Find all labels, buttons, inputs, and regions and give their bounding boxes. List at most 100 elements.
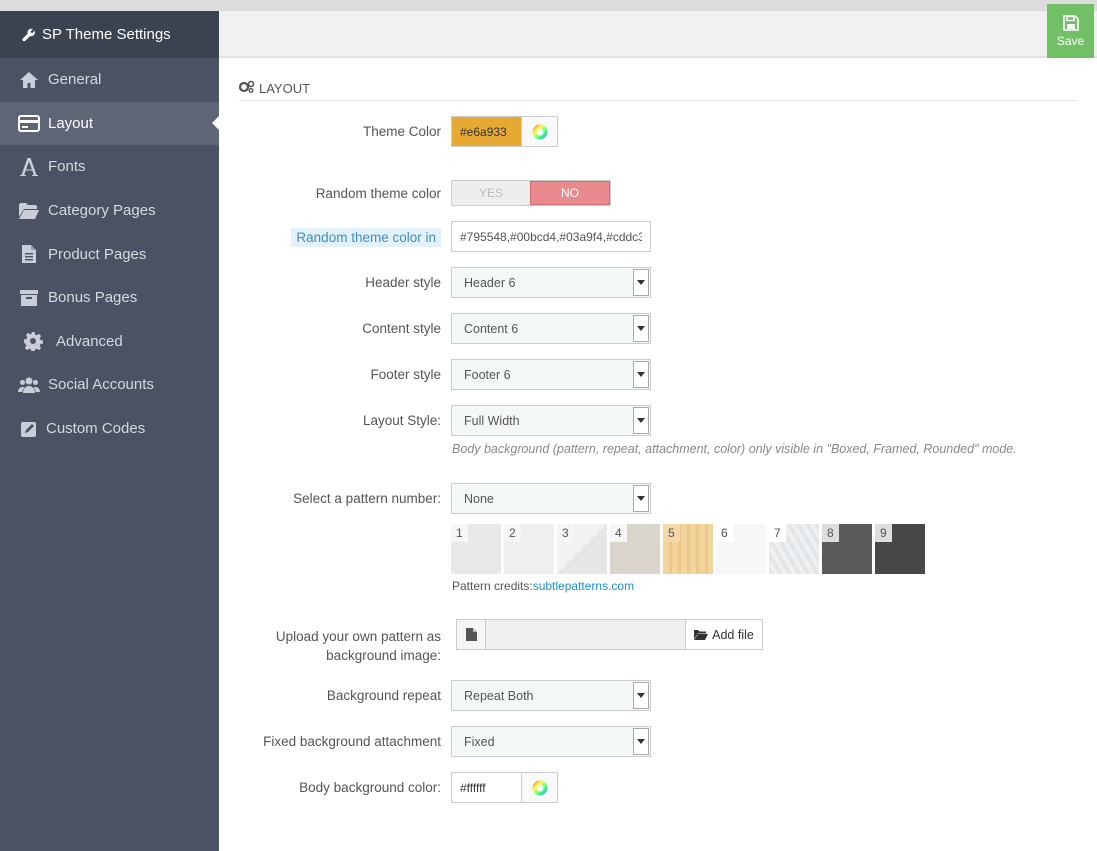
home-icon — [18, 69, 40, 91]
sidebar-item-social-accounts[interactable]: Social Accounts — [0, 363, 219, 407]
pattern-swatch-7[interactable]: 7 — [769, 524, 819, 574]
fixed-attachment-label: Fixed background attachment — [263, 734, 441, 749]
sidebar-item-fonts[interactable]: Fonts — [0, 145, 219, 189]
theme-color-label: Theme Color — [362, 124, 441, 139]
pattern-number: 2 — [504, 524, 521, 542]
pattern-swatches: 1 2 3 4 5 6 7 8 9 — [451, 524, 928, 574]
chevron-down-icon — [633, 485, 649, 512]
upload-pattern-control: Add file — [456, 619, 763, 650]
header-style-label: Header style — [365, 275, 441, 290]
color-wheel-icon — [532, 780, 547, 795]
upload-file-field[interactable] — [486, 620, 685, 649]
sidebar-item-custom-codes[interactable]: Custom Codes — [0, 407, 219, 451]
chevron-down-icon — [633, 407, 649, 434]
file-icon — [18, 243, 40, 265]
pattern-number: 1 — [451, 524, 468, 542]
pattern-swatch-6[interactable]: 6 — [716, 524, 766, 574]
random-theme-color-in-input[interactable] — [451, 221, 651, 252]
random-theme-color-in-label: Random theme color in — [291, 228, 441, 247]
users-icon — [18, 374, 40, 396]
random-theme-color-label: Random theme color — [315, 186, 441, 201]
content-style-select[interactable]: Content 6 — [451, 313, 651, 344]
layout-style-hint: Body background (pattern, repeat, attach… — [452, 442, 1017, 456]
floppy-disk-icon — [1062, 14, 1079, 31]
chevron-down-icon — [633, 361, 649, 388]
header-style-select[interactable]: Header 6 — [451, 267, 651, 298]
sidebar-item-label: Social Accounts — [48, 376, 154, 394]
chevron-down-icon — [633, 315, 649, 342]
sidebar-item-product-pages[interactable]: Product Pages — [0, 232, 219, 276]
sidebar-item-category-pages[interactable]: Category Pages — [0, 189, 219, 233]
content-style-value: Content 6 — [464, 321, 519, 336]
sidebar-item-general[interactable]: General — [0, 58, 219, 102]
toggle-no-option[interactable]: NO — [530, 181, 610, 205]
pattern-swatch-8[interactable]: 8 — [822, 524, 872, 574]
layout-style-value: Full Width — [464, 413, 520, 428]
fixed-attachment-value: Fixed — [464, 734, 495, 749]
top-strip — [0, 0, 1097, 11]
sidebar-item-layout[interactable]: Layout — [0, 101, 219, 146]
sidebar-item-label: Category Pages — [48, 202, 156, 220]
pattern-number-value: None — [464, 491, 494, 506]
upload-pattern-label: Upload your own pattern as background im… — [276, 627, 441, 665]
sidebar-item-advanced[interactable]: Advanced — [0, 320, 219, 364]
pattern-number-select[interactable]: None — [451, 483, 651, 514]
chevron-down-icon — [633, 728, 649, 755]
file-icon — [457, 620, 486, 649]
save-button[interactable]: Save — [1047, 4, 1094, 58]
sidebar-item-label: Fonts — [48, 158, 86, 176]
sidebar-item-label: Custom Codes — [46, 420, 146, 438]
pattern-swatch-5[interactable]: 5 — [663, 524, 713, 574]
toggle-yes-option[interactable]: YES — [452, 181, 530, 205]
pattern-number: 7 — [769, 524, 786, 542]
gear-icon — [22, 330, 44, 352]
sidebar-header: SP Theme Settings — [0, 11, 219, 58]
body-bg-color-input[interactable]: #ffffff — [452, 773, 521, 802]
upload-pattern-label-line2: background image: — [326, 648, 441, 663]
theme-color-input[interactable]: #e6a933 — [452, 117, 521, 146]
pattern-number: 6 — [716, 524, 733, 542]
cogs-icon — [238, 80, 255, 96]
pattern-number: 9 — [875, 524, 892, 542]
color-wheel-button[interactable] — [521, 117, 557, 146]
body-bg-color-label: Body background color: — [299, 780, 441, 795]
pattern-swatch-3[interactable]: 3 — [557, 524, 607, 574]
folder-open-icon — [18, 200, 40, 222]
wrench-icon — [22, 28, 36, 42]
footer-style-select[interactable]: Footer 6 — [451, 359, 651, 390]
fixed-attachment-select[interactable]: Fixed — [451, 726, 651, 757]
sidebar-item-label: General — [48, 71, 102, 89]
pattern-number-label: Select a pattern number: — [293, 491, 441, 506]
card-icon — [18, 112, 40, 134]
sidebar-item-label: Bonus Pages — [48, 289, 138, 307]
folder-open-icon — [694, 629, 709, 640]
pattern-number: 5 — [663, 524, 680, 542]
pattern-swatch-1[interactable]: 1 — [451, 524, 501, 574]
color-wheel-icon — [532, 124, 547, 139]
pattern-swatch-4[interactable]: 4 — [610, 524, 660, 574]
pattern-number: 8 — [822, 524, 839, 542]
content-style-label: Content style — [362, 321, 441, 336]
pattern-credits: Pattern credits:subtlepatterns.com — [452, 579, 634, 593]
pattern-number: 4 — [610, 524, 627, 542]
footer-style-label: Footer style — [370, 367, 441, 382]
sidebar-item-bonus-pages[interactable]: Bonus Pages — [0, 276, 219, 320]
add-file-button[interactable]: Add file — [685, 620, 762, 649]
font-icon — [18, 156, 40, 178]
background-repeat-select[interactable]: Repeat Both — [451, 680, 651, 711]
upload-pattern-label-line1: Upload your own pattern as — [275, 629, 441, 644]
background-repeat-label: Background repeat — [326, 688, 441, 703]
edit-icon — [18, 418, 40, 440]
pattern-credits-text: Pattern credits: — [452, 579, 533, 593]
pattern-swatch-9[interactable]: 9 — [875, 524, 925, 574]
color-wheel-button[interactable] — [521, 773, 557, 802]
toolbar: Save — [219, 4, 1097, 58]
pattern-swatch-2[interactable]: 2 — [504, 524, 554, 574]
pattern-credits-link[interactable]: subtlepatterns.com — [533, 579, 634, 593]
layout-style-select[interactable]: Full Width — [451, 405, 651, 436]
sidebar-item-label: Layout — [48, 114, 94, 132]
sidebar-item-label: Advanced — [56, 332, 123, 350]
body-bg-color-picker: #ffffff — [451, 772, 558, 803]
sidebar: SP Theme Settings General Layout Fonts C… — [0, 11, 219, 851]
save-label: Save — [1056, 33, 1085, 48]
